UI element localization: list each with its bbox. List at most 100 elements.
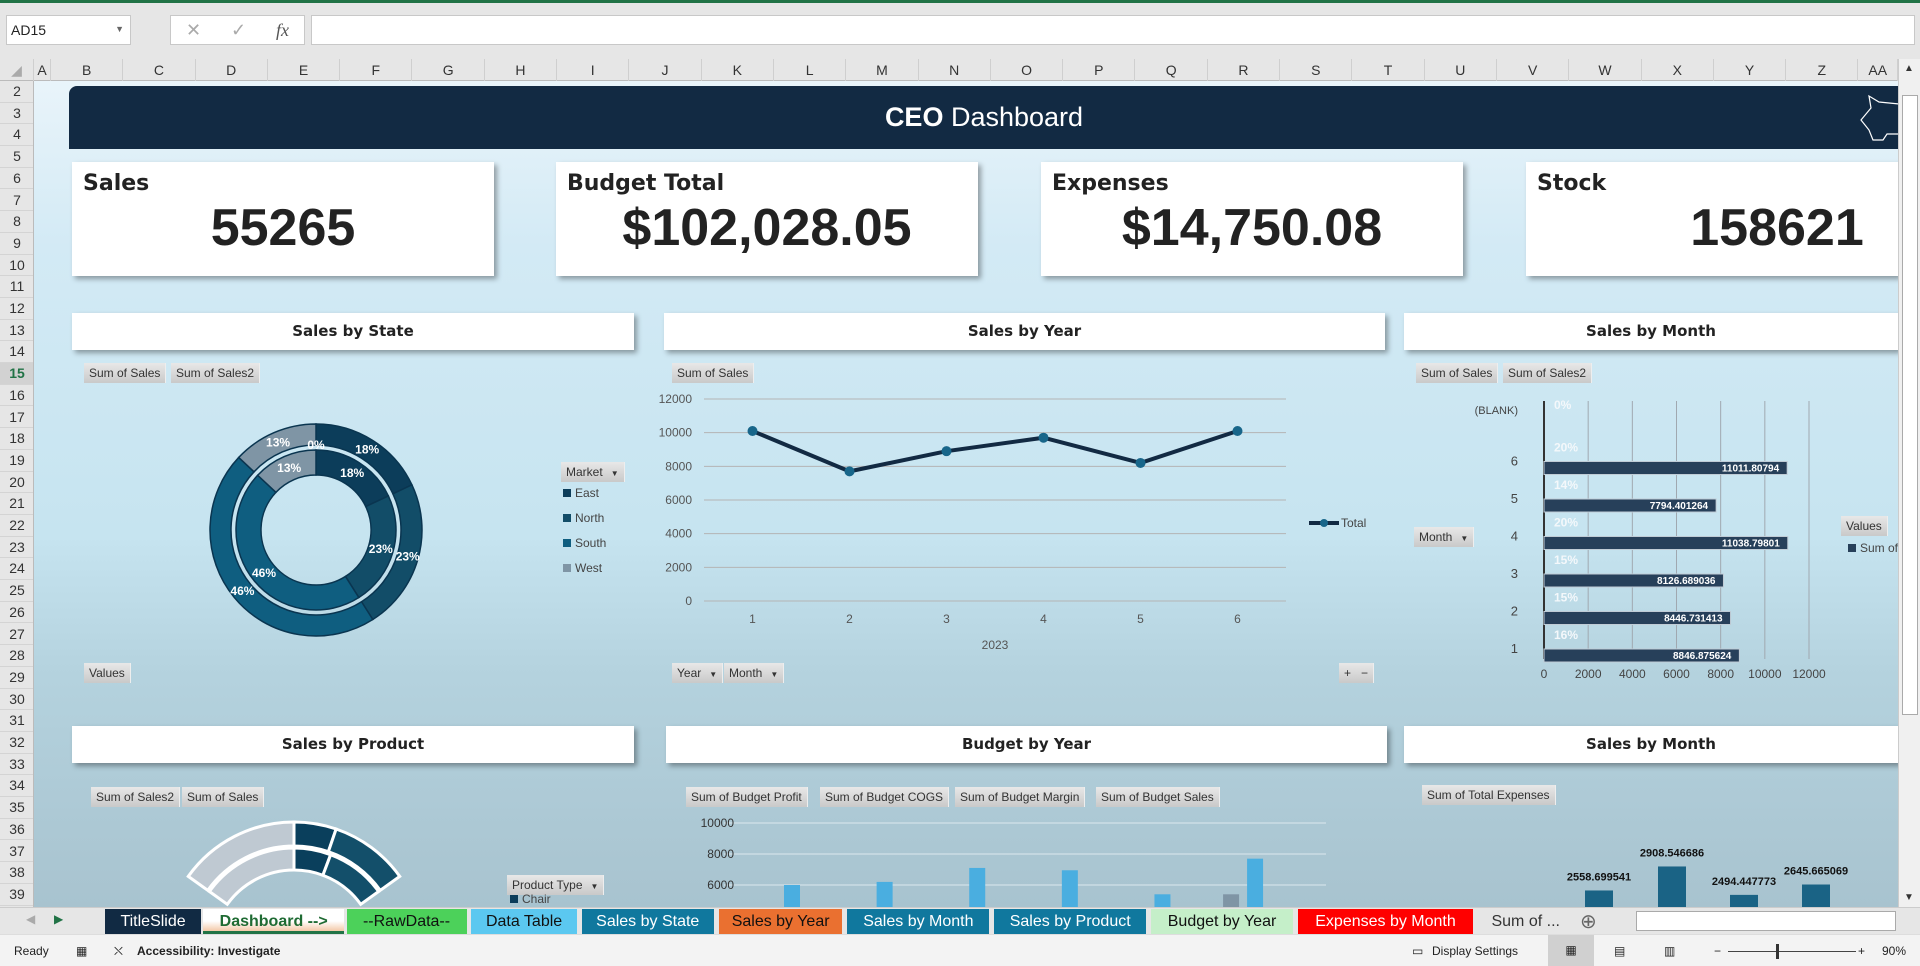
tab-rawdata[interactable]: --RawData--	[346, 909, 467, 934]
cancel-icon[interactable]: ✕	[186, 20, 201, 41]
vertical-scrollbar[interactable]: ▲ ▼	[1898, 59, 1920, 907]
row-header[interactable]: 20	[0, 472, 33, 494]
zoom-out-icon[interactable]: −	[1714, 944, 1721, 958]
insert-function-icon[interactable]: fx	[276, 20, 289, 41]
column-header[interactable]: J	[629, 59, 702, 81]
zoom-level[interactable]: 90%	[1882, 944, 1906, 958]
tab-data-table[interactable]: Data Table	[471, 909, 577, 934]
bar-budget[interactable]	[876, 881, 893, 907]
name-box[interactable]: AD15 ▼	[6, 15, 131, 45]
page-break-icon[interactable]: ▥	[1664, 944, 1675, 958]
column-header[interactable]: W	[1569, 59, 1642, 81]
tab-sales-by-product[interactable]: Sales by Product	[994, 909, 1147, 934]
row-header[interactable]: 31	[0, 710, 33, 732]
zoom-in-icon[interactable]: +	[1858, 944, 1865, 958]
row-header[interactable]: 35	[0, 797, 33, 819]
column-header[interactable]: AA	[1859, 59, 1898, 81]
row-header[interactable]: 10	[0, 255, 33, 277]
column-header[interactable]: V	[1497, 59, 1570, 81]
select-all-button[interactable]: ◢	[0, 59, 34, 81]
page-layout-icon[interactable]: ▤	[1614, 944, 1625, 958]
bar-budget[interactable]	[1247, 858, 1264, 907]
data-point[interactable]	[844, 466, 855, 477]
row-header[interactable]: 32	[0, 732, 33, 754]
row-header[interactable]: 37	[0, 841, 33, 863]
row-header[interactable]: 13	[0, 320, 33, 342]
tab-sales-by-year[interactable]: Sales by Year	[718, 909, 843, 934]
bar-budget[interactable]	[1223, 894, 1240, 907]
formula-input[interactable]	[311, 15, 1915, 45]
row-header[interactable]: 2	[0, 81, 33, 103]
tab-titleslide[interactable]: TitleSlide	[105, 909, 201, 934]
data-point[interactable]	[1232, 425, 1243, 436]
row-header[interactable]: 18	[0, 428, 33, 450]
row-header[interactable]: 19	[0, 450, 33, 472]
column-header[interactable]: L	[774, 59, 847, 81]
display-settings-button[interactable]: Display Settings	[1432, 944, 1518, 958]
bar-expense[interactable]	[1658, 866, 1686, 907]
normal-view-icon[interactable]: ▦	[1548, 935, 1594, 966]
scroll-down-icon[interactable]: ▼	[1904, 892, 1914, 903]
column-header[interactable]: N	[919, 59, 991, 81]
column-header[interactable]: E	[268, 59, 341, 81]
column-header[interactable]: O	[991, 59, 1064, 81]
tab-sales-by-month[interactable]: Sales by Month	[847, 909, 990, 934]
chevron-down-icon[interactable]: ▼	[115, 24, 124, 34]
accessibility-icon[interactable]: ⛌	[114, 944, 123, 959]
row-header[interactable]: 21	[0, 493, 33, 515]
bar-budget[interactable]	[1154, 894, 1171, 907]
tab-scroll-right-icon[interactable]: ▶	[54, 912, 63, 926]
row-header[interactable]: 5	[0, 146, 33, 168]
column-header[interactable]: Y	[1714, 59, 1787, 81]
row-header[interactable]: 26	[0, 602, 33, 624]
zoom-slider[interactable]	[1728, 951, 1856, 952]
tab-sales-by-state[interactable]: Sales by State	[581, 909, 714, 934]
data-point[interactable]	[747, 425, 758, 436]
data-point[interactable]	[941, 446, 952, 457]
row-header[interactable]: 22	[0, 515, 33, 537]
enter-icon[interactable]: ✓	[231, 20, 246, 41]
data-point[interactable]	[1038, 432, 1049, 443]
column-header[interactable]: U	[1425, 59, 1497, 81]
bar-expense[interactable]	[1730, 894, 1758, 907]
row-header[interactable]: 38	[0, 862, 33, 884]
row-header[interactable]: 25	[0, 580, 33, 602]
row-header[interactable]: 23	[0, 537, 33, 559]
column-header[interactable]: G	[413, 59, 485, 81]
row-header[interactable]: 28	[0, 645, 33, 667]
row-header[interactable]: 4	[0, 124, 33, 147]
column-header[interactable]: R	[1208, 59, 1281, 81]
row-header[interactable]: 3	[0, 103, 33, 125]
column-header[interactable]: M	[846, 59, 919, 81]
data-point[interactable]	[1135, 457, 1146, 468]
column-header[interactable]: H	[485, 59, 558, 81]
bar-budget[interactable]	[784, 885, 800, 907]
macro-icon[interactable]: ▦	[76, 944, 87, 958]
tab-scroll-left-icon[interactable]: ◀	[26, 912, 35, 926]
column-header[interactable]: T	[1352, 59, 1425, 81]
horizontal-scrollbar[interactable]	[1636, 911, 1896, 931]
zoom-slider-handle[interactable]	[1776, 944, 1779, 959]
line-series-total[interactable]	[751, 429, 1239, 474]
tab-budget-by-year[interactable]: Budget by Year	[1151, 909, 1294, 934]
bar-expense[interactable]	[1585, 890, 1613, 907]
tab-sum-of[interactable]: Sum of ...	[1477, 909, 1574, 934]
scroll-up-icon[interactable]: ▲	[1904, 63, 1914, 74]
column-header[interactable]: P	[1063, 59, 1136, 81]
column-header[interactable]: D	[196, 59, 268, 81]
row-header[interactable]: 16	[0, 385, 33, 407]
column-header[interactable]: A	[34, 59, 51, 81]
row-header[interactable]: 34	[0, 775, 33, 798]
row-header[interactable]: 14	[0, 341, 33, 364]
column-header[interactable]: C	[123, 59, 196, 81]
row-header[interactable]: 12	[0, 298, 33, 320]
row-header[interactable]: 29	[0, 667, 33, 689]
row-header[interactable]: 9	[0, 233, 33, 255]
scroll-thumb[interactable]	[1902, 95, 1918, 715]
add-sheet-icon[interactable]: ⊕	[1580, 909, 1597, 934]
column-header[interactable]: Q	[1136, 59, 1208, 81]
row-header[interactable]: 27	[0, 624, 33, 646]
row-header[interactable]: 30	[0, 689, 33, 711]
column-header[interactable]: X	[1642, 59, 1714, 81]
tab-expenses-by-month[interactable]: Expenses by Month	[1297, 909, 1474, 934]
